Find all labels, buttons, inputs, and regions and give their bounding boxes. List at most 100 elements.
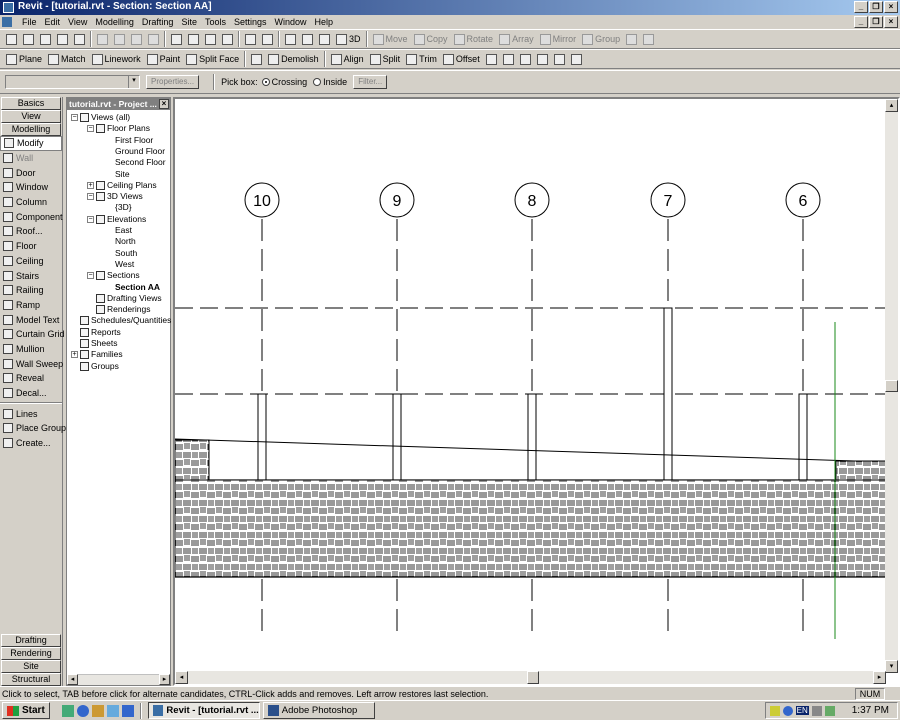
tool-component[interactable]: Component bbox=[0, 209, 63, 224]
tree-node[interactable]: Site bbox=[115, 169, 130, 180]
new-button[interactable] bbox=[3, 31, 20, 47]
redo-list-button[interactable] bbox=[219, 31, 236, 47]
split-face-button[interactable]: Split Face bbox=[183, 51, 242, 67]
plane-button[interactable]: Plane bbox=[3, 51, 45, 67]
linework-button[interactable]: Linework bbox=[89, 51, 144, 67]
start-button[interactable]: Start bbox=[2, 702, 50, 719]
delete-button[interactable] bbox=[145, 31, 162, 47]
demolish-button[interactable]: Demolish bbox=[265, 51, 322, 67]
rotate-button[interactable]: Rotate bbox=[451, 31, 497, 47]
menu-edit[interactable]: Edit bbox=[41, 17, 65, 27]
menu-site[interactable]: Site bbox=[177, 17, 201, 27]
close-icon[interactable]: × bbox=[159, 99, 169, 109]
task-revit[interactable]: Revit - [tutorial.rvt ... bbox=[147, 702, 260, 719]
horizontal-scrollbar[interactable]: ◂ ▸ bbox=[175, 671, 886, 684]
restore-button[interactable]: ❐ bbox=[869, 1, 883, 13]
open-button[interactable] bbox=[20, 31, 37, 47]
dimension-tool-button[interactable] bbox=[483, 51, 500, 67]
collapse-icon[interactable]: − bbox=[87, 272, 94, 280]
scroll-right-icon[interactable]: ▸ bbox=[873, 671, 886, 684]
paste-button[interactable] bbox=[128, 31, 145, 47]
spot-tool-button[interactable] bbox=[500, 51, 517, 67]
tool-decal[interactable]: Decal... bbox=[0, 386, 62, 401]
doc-restore-button[interactable]: ❐ bbox=[869, 16, 883, 28]
tree-node[interactable]: Sheets bbox=[71, 338, 117, 349]
help-button[interactable] bbox=[259, 31, 276, 47]
minimize-button[interactable]: _ bbox=[854, 1, 868, 13]
vscroll-thumb[interactable] bbox=[885, 380, 898, 392]
zoom-menu-button[interactable] bbox=[316, 31, 333, 47]
tree-node[interactable]: Renderings bbox=[87, 304, 150, 315]
cut-button[interactable] bbox=[94, 31, 111, 47]
tool-stairs[interactable]: Stairs bbox=[0, 268, 62, 283]
column[interactable] bbox=[798, 393, 808, 481]
scroll-left-icon[interactable]: ◂ bbox=[67, 674, 78, 685]
trim-button[interactable]: Trim bbox=[403, 51, 440, 67]
tray-icon[interactable] bbox=[824, 705, 835, 716]
type-selector[interactable]: ▾ bbox=[5, 75, 140, 89]
tray-app-icon[interactable] bbox=[769, 705, 780, 716]
tool-reveal[interactable]: Reveal bbox=[0, 371, 62, 386]
media-icon[interactable] bbox=[121, 704, 134, 717]
tree-node[interactable]: East bbox=[115, 225, 132, 236]
revit-app-icon[interactable] bbox=[3, 2, 14, 13]
tree-node[interactable]: South bbox=[115, 248, 137, 259]
ie-icon[interactable] bbox=[76, 704, 89, 717]
redo-button[interactable] bbox=[202, 31, 219, 47]
lock-button[interactable] bbox=[623, 31, 640, 47]
tree-node[interactable]: Ground Floor bbox=[115, 146, 165, 157]
tree-node[interactable]: − Elevations bbox=[87, 214, 146, 225]
tool-place-group[interactable]: Place Group bbox=[0, 421, 66, 436]
tool-create[interactable]: Create... bbox=[0, 436, 62, 451]
copy-tool-button[interactable]: Copy bbox=[411, 31, 451, 47]
tree-node[interactable]: Second Floor bbox=[115, 157, 166, 168]
tab-rendering[interactable]: Rendering bbox=[1, 647, 61, 660]
tree-node[interactable]: Schedules/Quantities bbox=[71, 315, 171, 326]
network-icon[interactable] bbox=[782, 705, 793, 716]
tab-drafting[interactable]: Drafting bbox=[1, 634, 61, 647]
close-button[interactable]: × bbox=[884, 1, 898, 13]
tool-column[interactable]: Column bbox=[0, 195, 62, 210]
move-button[interactable]: Move bbox=[370, 31, 411, 47]
tool-ramp[interactable]: Ramp bbox=[0, 298, 62, 313]
drawing-area[interactable]: 10 9 8 7 6 ▴ ▾ ◂ ▸ bbox=[173, 97, 900, 686]
hscroll-thumb[interactable] bbox=[527, 671, 539, 684]
wall-opening-button[interactable] bbox=[248, 51, 265, 67]
tool-lines[interactable]: Lines bbox=[0, 406, 62, 421]
tree-node[interactable]: − Floor Plans bbox=[87, 123, 150, 134]
print-button[interactable] bbox=[71, 31, 88, 47]
menu-file[interactable]: File bbox=[18, 17, 41, 27]
tool-door[interactable]: Door bbox=[0, 165, 62, 180]
inside-radio[interactable] bbox=[313, 78, 322, 86]
tree-node[interactable]: {3D} bbox=[115, 202, 132, 213]
tree-node[interactable]: Drafting Views bbox=[87, 293, 162, 304]
menu-window[interactable]: Window bbox=[271, 17, 311, 27]
undo-button[interactable] bbox=[168, 31, 185, 47]
column[interactable] bbox=[257, 393, 267, 481]
browser-hscrollbar[interactable]: ◂ ▸ bbox=[67, 674, 170, 685]
section-view[interactable]: 10 9 8 7 6 bbox=[175, 99, 886, 671]
tree-node[interactable]: Groups bbox=[71, 361, 119, 372]
level-tool-button[interactable] bbox=[534, 51, 551, 67]
menu-settings[interactable]: Settings bbox=[230, 17, 271, 27]
group-button[interactable]: Group bbox=[579, 31, 623, 47]
section-tool-button[interactable] bbox=[551, 51, 568, 67]
copy-button[interactable] bbox=[111, 31, 128, 47]
tab-view[interactable]: View bbox=[1, 110, 61, 123]
menu-drafting[interactable]: Drafting bbox=[138, 17, 178, 27]
collapse-icon[interactable]: − bbox=[87, 125, 94, 133]
tree-node[interactable]: Reports bbox=[71, 327, 121, 338]
column[interactable] bbox=[527, 393, 537, 481]
tool-ceiling[interactable]: Ceiling bbox=[0, 254, 62, 269]
align-button[interactable]: Align bbox=[328, 51, 367, 67]
tool-mullion[interactable]: Mullion bbox=[0, 342, 62, 357]
expand-icon[interactable]: + bbox=[71, 351, 78, 359]
tree-node[interactable]: West bbox=[115, 259, 134, 270]
quicklaunch-icon[interactable] bbox=[106, 704, 119, 717]
crossing-radio[interactable] bbox=[261, 78, 270, 86]
vertical-scrollbar[interactable]: ▴ ▾ bbox=[885, 99, 898, 673]
3d-view-button[interactable]: 3D bbox=[333, 31, 364, 47]
menu-tools[interactable]: Tools bbox=[201, 17, 230, 27]
document-icon[interactable] bbox=[2, 17, 12, 27]
ungroup-button[interactable] bbox=[640, 31, 657, 47]
